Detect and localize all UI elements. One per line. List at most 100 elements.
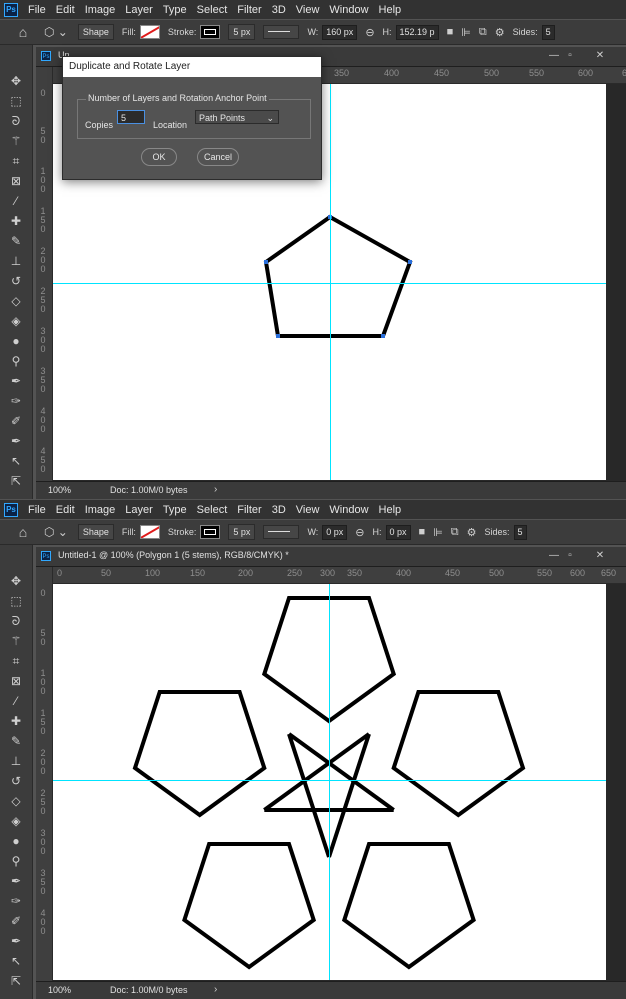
sides-input[interactable]: 5 [541,24,555,40]
freeform-pen-tool-icon[interactable]: ✑ [8,893,24,909]
gear-icon[interactable]: ⚙ [495,26,505,39]
menu-3d[interactable]: 3D [272,4,286,16]
menu-file[interactable]: File [28,4,46,16]
home-icon[interactable]: ⌂ [14,24,32,40]
frame-tool-icon[interactable]: ⊠ [8,173,24,189]
menu-type[interactable]: Type [163,4,187,16]
close-icon[interactable]: ✕ [592,549,608,563]
ok-button[interactable]: OK [141,148,177,166]
menu-layer[interactable]: Layer [125,4,153,16]
home-icon[interactable]: ⌂ [14,524,32,540]
menu-type[interactable]: Type [163,504,187,516]
eraser-tool-icon[interactable]: ◇ [8,293,24,309]
brush-tool-icon[interactable]: ✎ [8,733,24,749]
canvas[interactable] [53,584,606,980]
stroke-width-select[interactable]: 5 px [228,524,256,540]
direct-selection-tool-icon[interactable]: ⇱ [8,473,24,489]
history-brush-tool-icon[interactable]: ↺ [8,273,24,289]
menu-window[interactable]: Window [329,4,368,16]
zoom-level[interactable]: 100% [48,985,71,995]
move-tool-icon[interactable]: ✥ [8,73,24,89]
tool-mode-select[interactable]: Shape [77,524,114,540]
horizontal-guide[interactable] [53,283,606,284]
vertical-guide[interactable] [329,584,330,980]
add-anchor-tool-icon[interactable]: ✒ [8,933,24,949]
cancel-button[interactable]: Cancel [197,148,239,166]
minimize-icon[interactable]: — [546,49,562,63]
menu-file[interactable]: File [28,504,46,516]
width-input[interactable]: 0 px [322,524,348,540]
stroke-type-select[interactable] [263,525,300,539]
menu-filter[interactable]: Filter [237,4,261,16]
menu-help[interactable]: Help [379,4,402,16]
move-tool-icon[interactable]: ✥ [8,573,24,589]
horizontal-guide[interactable] [53,780,606,781]
blur-tool-icon[interactable]: ● [8,833,24,849]
path-operations-icon[interactable]: ■ [447,26,454,38]
sides-input[interactable]: 5 [513,524,527,540]
maximize-icon[interactable]: ▫ [562,549,578,563]
menu-help[interactable]: Help [379,504,402,516]
height-input[interactable]: 152.19 p [395,24,439,40]
lasso-tool-icon[interactable]: ᘐ [8,613,24,629]
paint-bucket-tool-icon[interactable]: ◈ [8,813,24,829]
width-input[interactable]: 160 px [322,24,358,40]
marquee-tool-icon[interactable]: ⬚ [8,593,24,609]
curvature-pen-tool-icon[interactable]: ✐ [8,913,24,929]
height-input[interactable]: 0 px [385,524,411,540]
menu-image[interactable]: Image [85,4,116,16]
menu-view[interactable]: View [296,504,320,516]
eraser-tool-icon[interactable]: ◇ [8,793,24,809]
link-icon[interactable]: ⊖ [365,26,374,39]
menu-window[interactable]: Window [329,504,368,516]
eyedropper-tool-icon[interactable]: ⁄ [8,193,24,209]
copies-input[interactable]: 5 [117,110,145,124]
stroke-width-select[interactable]: 5 px [228,24,256,40]
menu-layer[interactable]: Layer [125,504,153,516]
stroke-swatch[interactable] [200,25,221,39]
chevron-right-icon[interactable]: › [214,984,217,995]
marquee-tool-icon[interactable]: ⬚ [8,93,24,109]
dodge-tool-icon[interactable]: ⚲ [8,853,24,869]
clone-stamp-tool-icon[interactable]: ⊥ [8,253,24,269]
direct-selection-tool-icon[interactable]: ⇱ [8,973,24,989]
path-alignment-icon[interactable]: ⊫ [433,526,443,539]
frame-tool-icon[interactable]: ⊠ [8,673,24,689]
menu-3d[interactable]: 3D [272,504,286,516]
lasso-tool-icon[interactable]: ᘐ [8,113,24,129]
document-tab-title[interactable]: Untitled-1 @ 100% (Polygon 1 (5 stems), … [58,550,289,560]
stroke-swatch[interactable] [200,525,221,539]
eyedropper-tool-icon[interactable]: ⁄ [8,693,24,709]
fill-swatch[interactable] [139,25,160,39]
crop-tool-icon[interactable]: ⌗ [8,153,24,169]
crop-tool-icon[interactable]: ⌗ [8,653,24,669]
maximize-icon[interactable]: ▫ [562,49,578,63]
path-operations-icon[interactable]: ■ [419,526,426,538]
history-brush-tool-icon[interactable]: ↺ [8,773,24,789]
menu-filter[interactable]: Filter [237,504,261,516]
path-selection-tool-icon[interactable]: ↖ [8,953,24,969]
menu-select[interactable]: Select [197,504,228,516]
pen-tool-icon[interactable]: ✒ [8,373,24,389]
freeform-pen-tool-icon[interactable]: ✑ [8,393,24,409]
menu-view[interactable]: View [296,4,320,16]
menu-select[interactable]: Select [197,4,228,16]
polygon-tool-icon[interactable]: ⬡ ⌄ [44,25,68,39]
stroke-type-select[interactable] [263,25,300,39]
vertical-guide[interactable] [330,84,331,480]
path-arrangement-icon[interactable]: ⧉ [479,26,487,39]
magic-wand-tool-icon[interactable]: ⚚ [8,133,24,149]
add-anchor-tool-icon[interactable]: ✒ [8,433,24,449]
minimize-icon[interactable]: — [546,549,562,563]
dodge-tool-icon[interactable]: ⚲ [8,353,24,369]
chevron-right-icon[interactable]: › [214,484,217,495]
menu-edit[interactable]: Edit [56,504,75,516]
zoom-level[interactable]: 100% [48,485,71,495]
gear-icon[interactable]: ⚙ [467,526,477,539]
blur-tool-icon[interactable]: ● [8,333,24,349]
path-selection-tool-icon[interactable]: ↖ [8,453,24,469]
menu-edit[interactable]: Edit [56,4,75,16]
close-icon[interactable]: ✕ [592,49,608,63]
fill-swatch[interactable] [139,525,160,539]
path-alignment-icon[interactable]: ⊫ [461,26,471,39]
